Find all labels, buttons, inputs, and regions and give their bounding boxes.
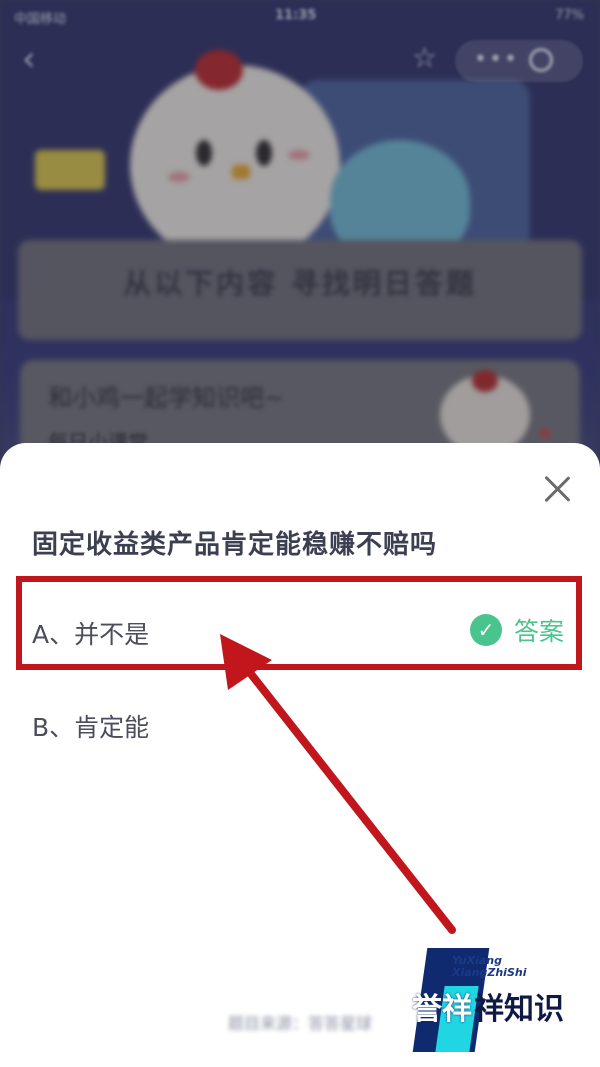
question-text: 固定收益类产品肯定能稳赚不赔吗 — [32, 530, 438, 560]
option-b[interactable]: B、肯定能 — [0, 678, 600, 768]
option-a-label: A、并不是 — [32, 620, 150, 649]
option-b-label: B、肯定能 — [32, 713, 150, 742]
watermark-line2: XiangZhiShi — [452, 966, 527, 979]
answer-label: 答案 — [514, 617, 565, 646]
close-icon[interactable] — [538, 470, 576, 508]
bottom-hint: 题目来源：答答星球 — [227, 1014, 372, 1033]
watermark-brand: 誉祥 — [412, 992, 472, 1027]
option-a[interactable]: A、并不是 ✓ 答案 — [0, 585, 600, 675]
check-icon: ✓ — [470, 614, 502, 646]
answer-tag: ✓ 答案 — [470, 613, 564, 647]
watermark-brand-suffix: 祥知识 — [474, 992, 564, 1027]
